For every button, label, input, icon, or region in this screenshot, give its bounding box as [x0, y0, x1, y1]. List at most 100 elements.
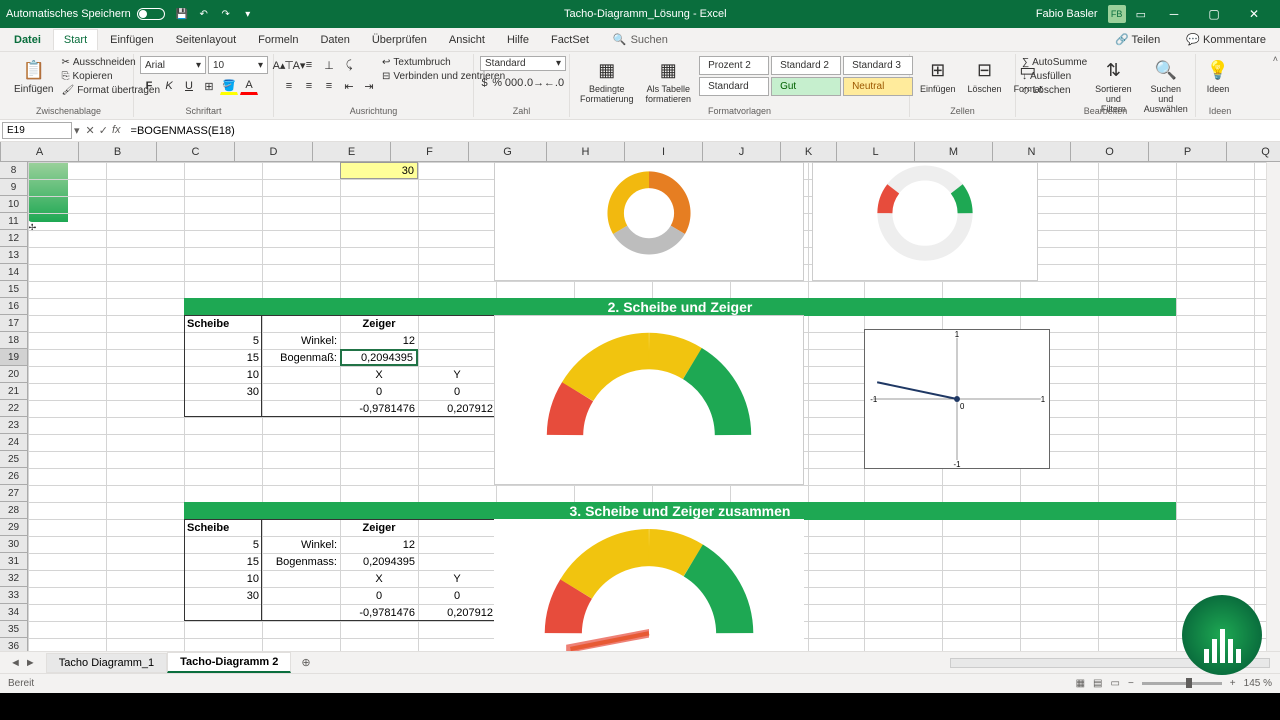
row-header[interactable]: 18	[0, 332, 27, 349]
cell[interactable]: 10	[184, 366, 262, 383]
cell[interactable]: X	[340, 366, 418, 383]
row-header[interactable]: 23	[0, 417, 27, 434]
cancel-formula-icon[interactable]: ✕	[86, 124, 95, 137]
tab-insert[interactable]: Einfügen	[100, 30, 163, 50]
cell[interactable]: Zeiger	[340, 519, 418, 536]
tab-file[interactable]: Datei	[4, 30, 51, 50]
chart-donut-2[interactable]	[812, 162, 1038, 281]
row-header[interactable]: 8	[0, 162, 27, 179]
row-header[interactable]: 26	[0, 468, 27, 485]
style-neutral[interactable]: Neutral	[843, 77, 913, 96]
font-name-combo[interactable]: Arial▾	[140, 56, 206, 74]
row-header[interactable]: 24	[0, 434, 27, 451]
share-button[interactable]: 🔗 Teilen	[1105, 29, 1170, 50]
row-header[interactable]: 35	[0, 621, 27, 638]
save-icon[interactable]: 💾	[175, 7, 189, 21]
cell[interactable]: 0	[418, 383, 496, 400]
row-header[interactable]: 14	[0, 264, 27, 281]
row-header[interactable]: 29	[0, 519, 27, 536]
chart-xy-pointer[interactable]: 1-1-110	[864, 329, 1050, 469]
col-header[interactable]: L	[837, 142, 915, 161]
cell[interactable]: 15	[184, 349, 262, 366]
cell[interactable]: X	[340, 570, 418, 587]
col-header[interactable]: D	[235, 142, 313, 161]
tab-review[interactable]: Überprüfen	[362, 30, 437, 50]
cell[interactable]: 0	[418, 587, 496, 604]
align-top-icon[interactable]: ⊤	[280, 56, 298, 74]
sheet-tab-2[interactable]: Tacho-Diagramm 2	[167, 652, 291, 673]
style-prozent2[interactable]: Prozent 2	[699, 56, 769, 75]
row-header[interactable]: 19	[0, 349, 27, 366]
cell[interactable]: 5	[184, 332, 262, 349]
col-header[interactable]: I	[625, 142, 703, 161]
cell[interactable]: Scheibe	[184, 519, 262, 536]
format-as-table-button[interactable]: ▦Als Tabelle formatieren	[642, 56, 696, 106]
chart-donut-1[interactable]	[494, 162, 804, 281]
view-normal-icon[interactable]: ▦	[1076, 678, 1085, 689]
undo-icon[interactable]: ↶	[197, 7, 211, 21]
autosave-toggle[interactable]	[137, 8, 165, 20]
redo-icon[interactable]: ↷	[219, 7, 233, 21]
cell[interactable]: Winkel:	[262, 536, 340, 553]
cell[interactable]: 10	[184, 570, 262, 587]
delete-cells-button[interactable]: ⊟Löschen	[964, 56, 1006, 96]
align-middle-icon[interactable]: ≡	[300, 56, 318, 74]
cell[interactable]: 12	[340, 536, 418, 553]
row-header[interactable]: 12	[0, 230, 27, 247]
clear-button[interactable]: ◇Löschen	[1022, 84, 1087, 97]
cell[interactable]: Zeiger	[340, 315, 418, 332]
cells-area[interactable]: 302. Scheibe und ZeigerScheibeZeiger5Win…	[28, 162, 1280, 651]
col-header[interactable]: B	[79, 142, 157, 161]
row-header[interactable]: 36	[0, 638, 27, 651]
enter-formula-icon[interactable]: ✓	[99, 124, 108, 137]
tab-scroll-right-icon[interactable]: ►	[25, 657, 36, 669]
tab-scroll-left-icon[interactable]: ◄	[10, 657, 21, 669]
row-headers[interactable]: 8910111213141516171819202122232425262728…	[0, 162, 28, 651]
indent-dec-icon[interactable]: ⇤	[340, 77, 358, 95]
search-box[interactable]: 🔍Suchen	[613, 33, 668, 46]
collapse-ribbon-icon[interactable]: ˄	[1273, 54, 1278, 64]
currency-icon[interactable]: $	[480, 74, 489, 92]
row-header[interactable]: 9	[0, 179, 27, 196]
cell[interactable]: Y	[418, 366, 496, 383]
row-header[interactable]: 15	[0, 281, 27, 298]
minimize-button[interactable]: ─	[1154, 0, 1194, 28]
col-header[interactable]: F	[391, 142, 469, 161]
col-header[interactable]: A	[1, 142, 79, 161]
row-header[interactable]: 22	[0, 400, 27, 417]
row-header[interactable]: 13	[0, 247, 27, 264]
column-headers[interactable]: ABCDEFGHIJKLMNOPQ	[1, 142, 1280, 162]
tab-pagelayout[interactable]: Seitenlayout	[166, 30, 247, 50]
bold-button[interactable]: F	[140, 77, 158, 95]
maximize-button[interactable]: ▢	[1194, 0, 1234, 28]
cell[interactable]: 5	[184, 536, 262, 553]
paste-button[interactable]: 📋Einfügen	[10, 56, 57, 97]
row-header[interactable]: 31	[0, 553, 27, 570]
align-left-icon[interactable]: ≡	[280, 77, 298, 95]
tab-start[interactable]: Start	[53, 29, 98, 50]
ribbon-display-icon[interactable]: ▭	[1136, 8, 1146, 21]
row-header[interactable]: 21	[0, 383, 27, 400]
col-header[interactable]: H	[547, 142, 625, 161]
ideas-button[interactable]: 💡Ideen	[1202, 56, 1234, 96]
cell[interactable]: Winkel:	[262, 332, 340, 349]
cell[interactable]: Scheibe	[184, 315, 262, 332]
insert-cells-button[interactable]: ⊞Einfügen	[916, 56, 960, 96]
user-name[interactable]: Fabio Basler	[1036, 8, 1098, 20]
cell[interactable]: 0,207912	[418, 604, 496, 621]
cell[interactable]: Bogenmass:	[262, 553, 340, 570]
zoom-out-icon[interactable]: −	[1128, 678, 1134, 689]
row-header[interactable]: 11	[0, 213, 27, 230]
chart-gauge-half[interactable]	[494, 315, 804, 485]
row-header[interactable]: 32	[0, 570, 27, 587]
border-button[interactable]: ⊞	[200, 77, 218, 95]
cell[interactable]: -0,9781476	[340, 400, 418, 417]
tab-help[interactable]: Hilfe	[497, 30, 539, 50]
cell[interactable]: 30	[340, 162, 418, 179]
col-header[interactable]: J	[703, 142, 781, 161]
cell[interactable]: 12	[340, 332, 418, 349]
col-header[interactable]: M	[915, 142, 993, 161]
col-header[interactable]: K	[781, 142, 837, 161]
conditional-format-button[interactable]: ▦Bedingte Formatierung	[576, 56, 638, 106]
chart-gauge-combined[interactable]	[494, 519, 804, 651]
